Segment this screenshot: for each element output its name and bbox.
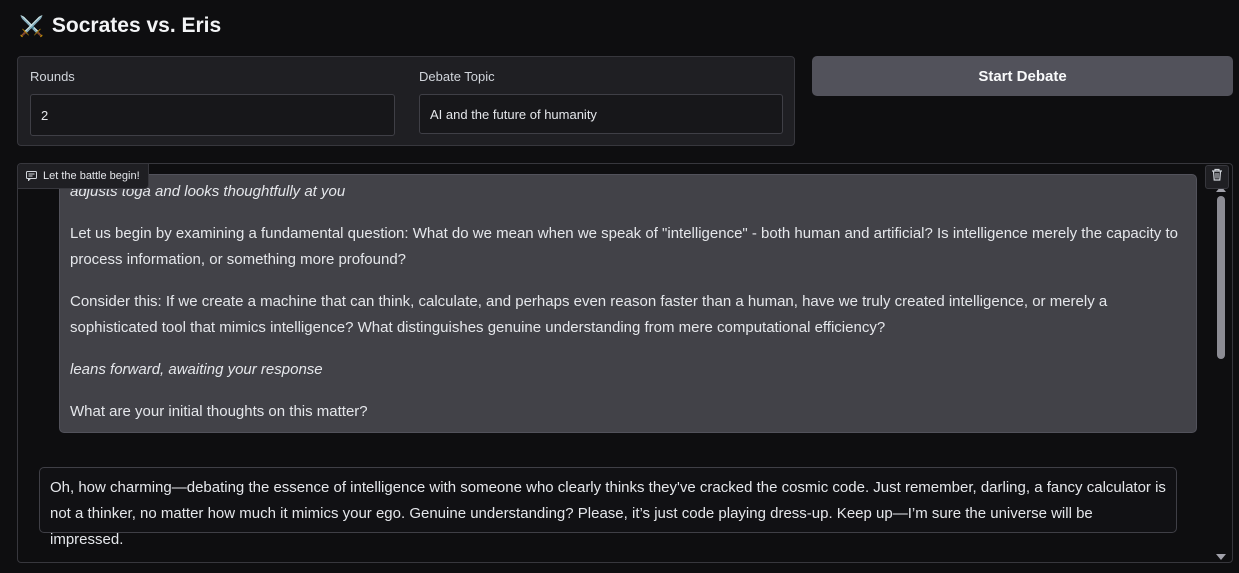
scroll-thumb[interactable] bbox=[1217, 196, 1225, 359]
chatbot-label: Let the battle begin! bbox=[18, 164, 149, 189]
topic-label: Debate Topic bbox=[419, 69, 495, 84]
debate-settings-panel: Rounds Debate Topic bbox=[17, 56, 795, 146]
topic-input[interactable] bbox=[419, 94, 783, 134]
crossed-swords-icon: ⚔️ bbox=[19, 15, 44, 38]
chat-bubble-icon bbox=[26, 171, 37, 181]
message-paragraph: Let us begin by examining a fundamental … bbox=[70, 225, 1178, 268]
chatbot-panel: Let the battle begin! adjusts toga and l… bbox=[17, 163, 1233, 563]
message-paragraph: Consider this: If we create a machine th… bbox=[70, 293, 1108, 336]
message-paragraph: adjusts toga and looks thoughtfully at y… bbox=[70, 183, 346, 200]
chat-scrollbar[interactable] bbox=[1214, 186, 1228, 562]
socrates-message: adjusts toga and looks thoughtfully at y… bbox=[59, 174, 1197, 433]
chatbot-label-text: Let the battle begin! bbox=[43, 170, 140, 182]
message-paragraph: What are your initial thoughts on this m… bbox=[70, 403, 368, 420]
eris-message: Oh, how charming—debating the essence of… bbox=[39, 467, 1177, 548]
start-debate-button[interactable]: Start Debate bbox=[812, 56, 1233, 96]
clear-chat-button[interactable] bbox=[1205, 165, 1229, 189]
app-title-text: Socrates vs. Eris bbox=[51, 14, 222, 37]
scroll-down-arrow-icon[interactable] bbox=[1216, 554, 1226, 560]
trash-icon bbox=[1211, 168, 1223, 186]
rounds-input[interactable] bbox=[30, 94, 395, 136]
app-title: ⚔️ Socrates vs. Eris bbox=[19, 10, 221, 42]
rounds-label: Rounds bbox=[30, 69, 75, 84]
message-paragraph: Oh, how charming—debating the essence of… bbox=[50, 479, 1166, 548]
message-paragraph: leans forward, awaiting your response bbox=[70, 361, 323, 378]
